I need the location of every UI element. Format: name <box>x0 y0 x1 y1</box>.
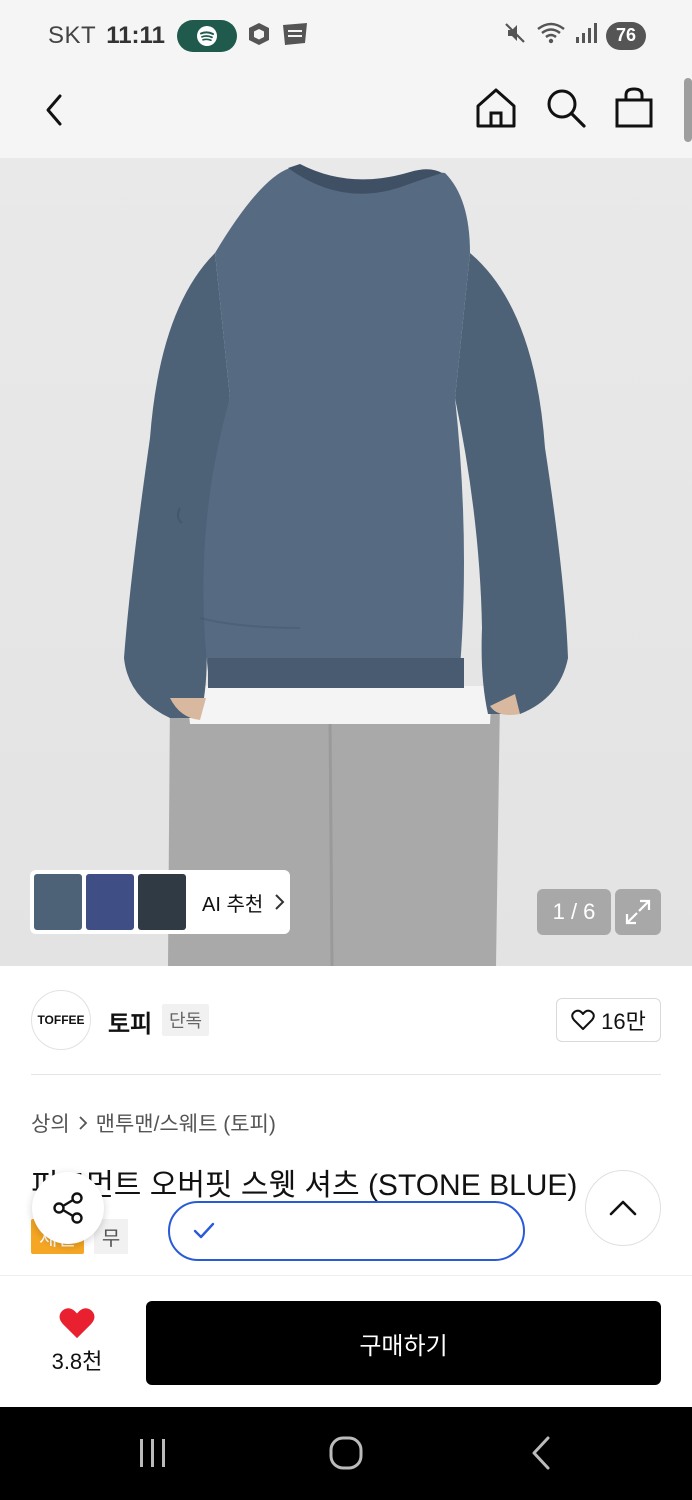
mute-icon <box>502 20 528 51</box>
battery-indicator: 76 <box>606 21 646 50</box>
purchase-bar: 3.8천 구매하기 <box>0 1275 692 1407</box>
package-icon <box>247 21 271 52</box>
exclusive-tag: 단독 <box>162 1004 210 1036</box>
clock: 11:11 <box>106 22 165 49</box>
breadcrumb: 상의 맨투맨/스웨트 (토피) <box>31 1108 276 1138</box>
system-nav-bar <box>0 1407 692 1500</box>
ai-recommend-label: AI 추천 <box>202 893 264 916</box>
divider <box>31 1074 661 1075</box>
app-header <box>0 70 692 158</box>
brand-like-button[interactable]: 16만 <box>556 998 661 1042</box>
image-page-counter: 1 / 6 <box>537 889 611 935</box>
brand-logo[interactable]: TOFFEE <box>31 990 91 1050</box>
chevron-up-icon <box>609 1200 637 1216</box>
scrollbar[interactable] <box>684 78 692 142</box>
shopping-bag-button[interactable] <box>612 86 656 130</box>
ai-recommend-card[interactable]: AI 추천 <box>30 870 290 934</box>
carrier-label: SKT <box>48 22 97 49</box>
system-back-button[interactable] <box>528 1435 556 1476</box>
spotify-icon <box>176 20 237 52</box>
system-home-button[interactable] <box>328 1435 364 1476</box>
webtoon-icon <box>281 22 309 51</box>
back-arrow-icon <box>532 1436 550 1470</box>
breadcrumb-subcategory[interactable]: 맨투맨/스웨트 (토피) <box>96 1108 276 1138</box>
check-icon <box>193 1222 215 1239</box>
home-circle-icon <box>329 1436 363 1470</box>
recent-apps-icon <box>140 1439 165 1467</box>
shopping-bag-icon <box>615 87 653 128</box>
search-icon <box>547 89 586 128</box>
heart-filled-icon <box>59 1308 95 1339</box>
brand-like-count: 16만 <box>601 1009 646 1034</box>
brand-name[interactable]: 토피 <box>108 1004 152 1039</box>
share-button[interactable] <box>32 1172 104 1244</box>
ai-thumbnail[interactable] <box>86 874 134 930</box>
product-image[interactable] <box>0 158 692 966</box>
status-bar: SKT 11:11 76 <box>0 0 692 70</box>
product-title: 피그먼트 오버핏 스웻 셔츠 (STONE BLUE) <box>31 1169 578 1202</box>
confirmation-toast <box>168 1201 525 1261</box>
expand-image-button[interactable] <box>615 889 661 935</box>
buy-button[interactable]: 구매하기 <box>146 1301 661 1385</box>
breadcrumb-category[interactable]: 상의 <box>31 1108 70 1138</box>
ai-thumbnail[interactable] <box>138 874 186 930</box>
wishlist-button[interactable]: 3.8천 <box>40 1306 114 1376</box>
signal-icon <box>574 21 598 50</box>
wishlist-count: 3.8천 <box>51 1349 103 1374</box>
back-icon <box>46 94 62 126</box>
expand-icon <box>625 899 651 925</box>
home-icon <box>476 88 516 128</box>
chevron-right-icon <box>275 894 285 910</box>
share-icon <box>53 1192 83 1224</box>
brand-row: TOFFEE 토피 단독 16만 <box>0 966 692 1074</box>
home-button[interactable] <box>474 86 518 130</box>
scroll-to-top-button[interactable] <box>585 1170 661 1246</box>
recent-apps-button[interactable] <box>136 1437 170 1474</box>
ai-thumbnail[interactable] <box>34 874 82 930</box>
wifi-icon <box>536 21 566 50</box>
search-button[interactable] <box>544 86 588 130</box>
back-button[interactable] <box>36 90 76 130</box>
heart-outline-icon <box>571 1009 595 1030</box>
chevron-right-icon <box>79 1116 87 1130</box>
sweatshirt-illustration <box>124 164 568 966</box>
